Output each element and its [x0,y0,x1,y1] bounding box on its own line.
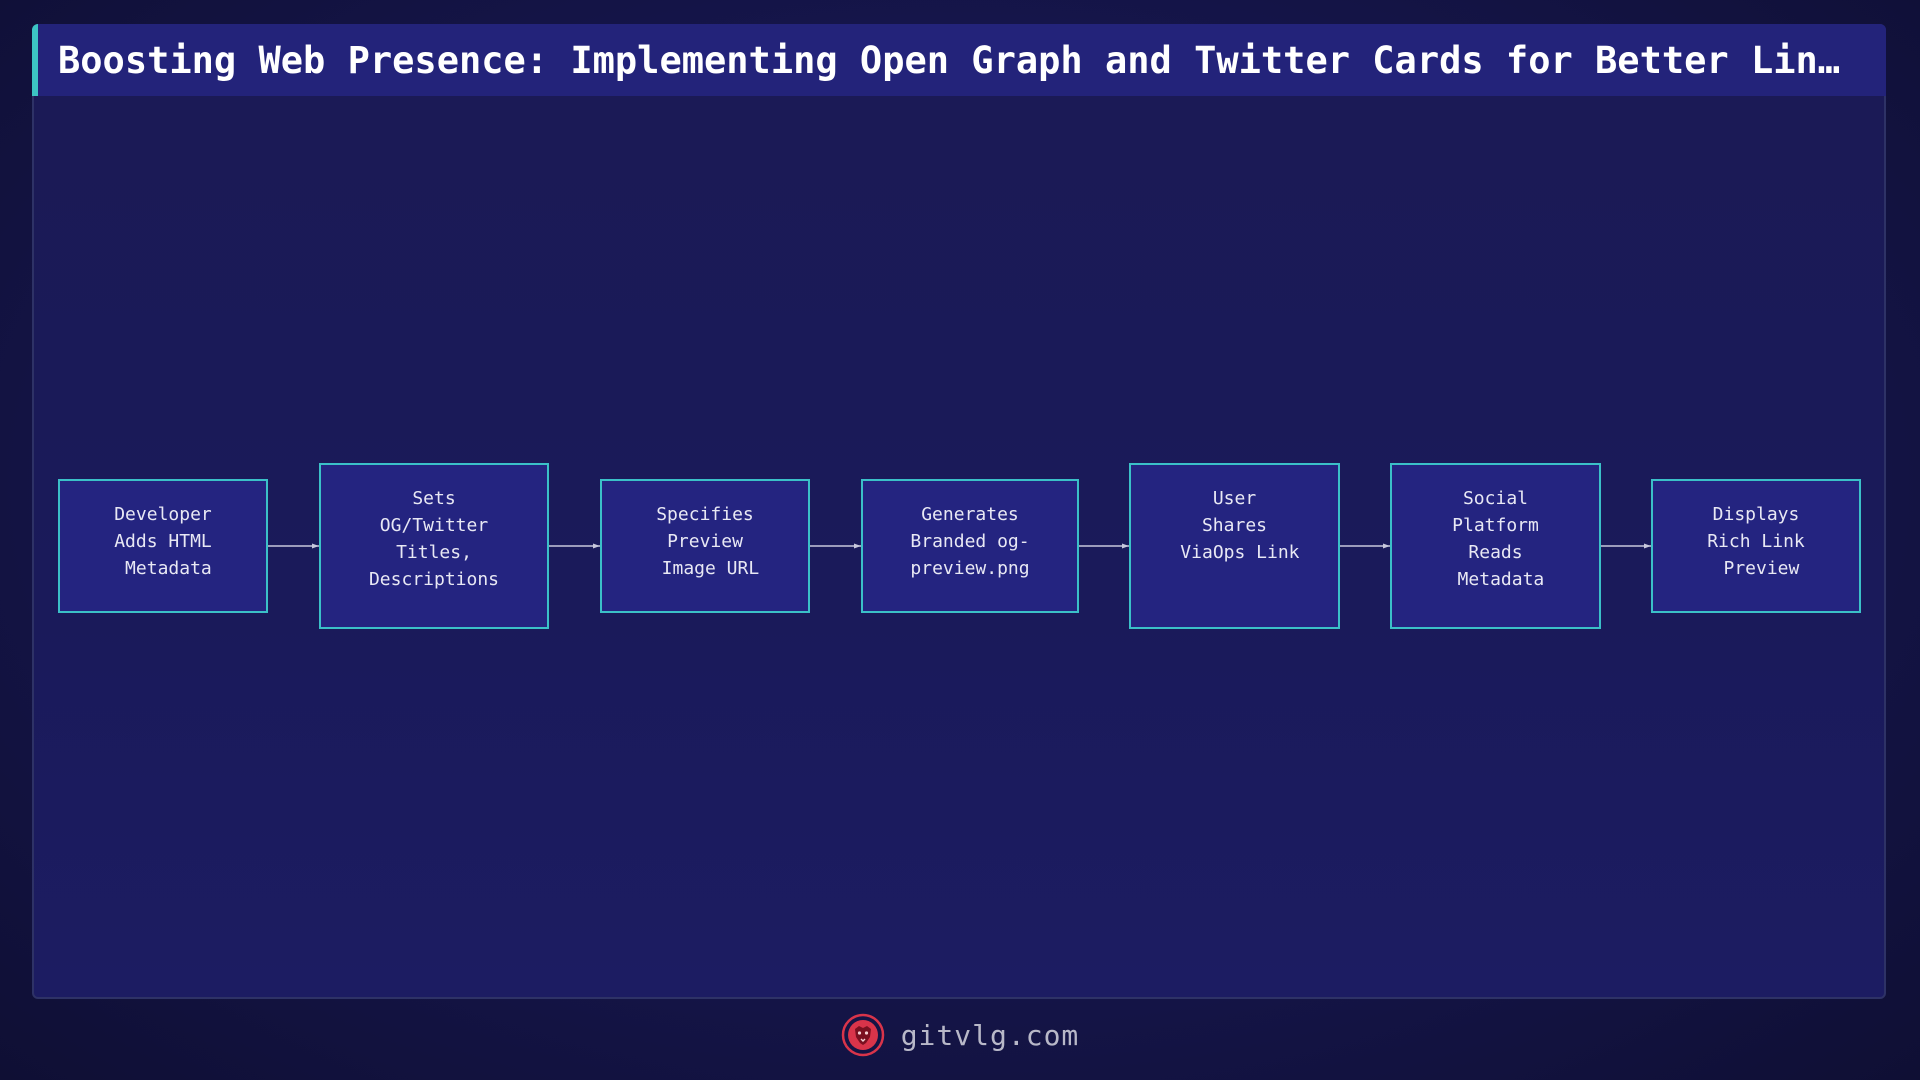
node-label: Specifies Preview Image URL [656,504,760,579]
node-sets-titles-descriptions: Sets OG/Twitter Titles, Descriptions [319,463,549,629]
node-platform-reads-metadata: Social Platform Reads Metadata [1390,463,1601,629]
node-displays-rich-preview: Displays Rich Link Preview [1651,479,1861,613]
node-label: User Shares ViaOps Link [1180,488,1300,563]
node-label: Social Platform Reads Metadata [1452,488,1545,590]
node-specifies-preview-image: Specifies Preview Image URL [600,479,810,613]
flowchart: Developer Adds HTML Metadata Sets OG/Twi… [0,0,1920,1080]
node-developer-adds-metadata: Developer Adds HTML Metadata [58,479,268,613]
node-label: Generates Branded og- preview.png [910,504,1030,579]
lion-head-icon [841,1013,884,1057]
footer-site-name[interactable]: gitvlg.com [901,1019,1080,1052]
node-label: Developer Adds HTML Metadata [114,504,212,579]
node-generates-preview-png: Generates Branded og- preview.png [861,479,1079,613]
node-label: Displays Rich Link Preview [1707,504,1805,579]
node-label: Sets OG/Twitter Titles, Descriptions [368,488,500,590]
node-user-shares-link: User Shares ViaOps Link [1129,463,1340,629]
footer: gitvlg.com [0,1010,1920,1060]
